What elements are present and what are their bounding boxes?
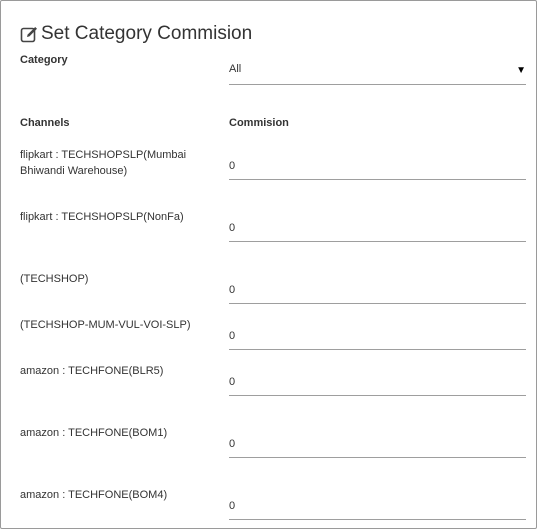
commision-field[interactable] — [229, 369, 526, 396]
commision-input[interactable] — [229, 431, 526, 457]
category-select[interactable]: All ▼ — [229, 57, 526, 85]
channels-header: Channels — [20, 117, 70, 129]
commision-input[interactable] — [229, 277, 526, 303]
commision-field[interactable] — [229, 431, 526, 458]
commision-input[interactable] — [229, 493, 526, 519]
page-title-text: Set Category Commision — [41, 23, 253, 44]
channel-label: flipkart : TECHSHOPSLP(NonFa) — [20, 211, 184, 223]
commision-input[interactable] — [229, 323, 526, 349]
commision-field[interactable] — [229, 153, 526, 180]
channel-label: (TECHSHOP) — [20, 273, 89, 285]
commision-field[interactable] — [229, 277, 526, 304]
caret-down-icon: ▼ — [516, 65, 526, 76]
commision-field[interactable] — [229, 493, 526, 520]
channel-label: (TECHSHOP-MUM-VUL-VOI-SLP) — [20, 319, 191, 331]
commision-header: Commision — [229, 117, 289, 129]
category-commision-panel: Set Category Commision Category All ▼ Ch… — [0, 0, 537, 529]
page-title: Set Category Commision — [20, 23, 252, 45]
channel-label: amazon : TECHFONE(BLR5) — [20, 365, 164, 377]
commision-field[interactable] — [229, 323, 526, 350]
commision-input[interactable] — [229, 215, 526, 241]
edit-icon — [20, 25, 39, 44]
channel-label: flipkart : TECHSHOPSLP(Mumbai Bhiwandi W… — [20, 149, 187, 177]
commision-input[interactable] — [229, 153, 526, 179]
category-select-value: All — [229, 63, 242, 75]
category-label: Category — [20, 54, 68, 66]
commision-input[interactable] — [229, 369, 526, 395]
channel-label: amazon : TECHFONE(BOM4) — [20, 489, 168, 501]
commision-field[interactable] — [229, 215, 526, 242]
channel-label: amazon : TECHFONE(BOM1) — [20, 427, 168, 439]
